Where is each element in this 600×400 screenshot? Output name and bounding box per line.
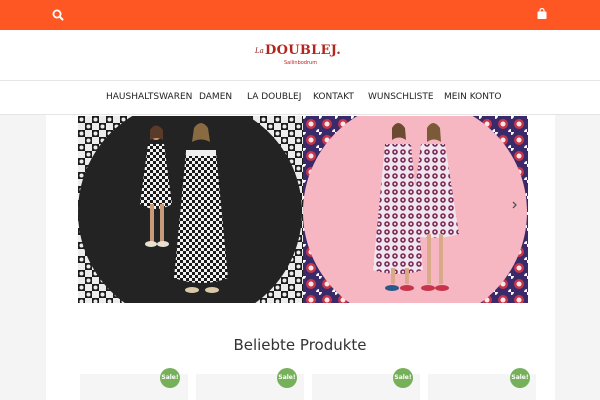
sale-badge: Sale! [277,368,297,388]
sale-badge: Sale! [510,368,530,388]
logo-brand: DOUBLEJ. [265,43,342,58]
slide-image-right [303,116,528,303]
top-bar [0,0,600,30]
chevron-right-icon[interactable] [510,198,520,212]
logo-prefix: La [255,47,264,55]
nav-item-la-doublej[interactable]: LA DOUBLEJ [247,92,301,102]
nav-item-haushaltswaren[interactable]: HAUSHALTSWAREN [106,92,192,102]
sale-badge: Sale! [393,368,413,388]
section-title: Beliebte Produkte [233,336,367,354]
logo-subtitle: Sailinbodrum [284,60,318,66]
site-header: La DOUBLEJ. Sailinbodrum [0,30,600,81]
slide-image-left [78,116,303,303]
hero-slider[interactable] [78,116,528,303]
site-logo[interactable]: La DOUBLEJ. Sailinbodrum [253,41,349,71]
nav-item-damen[interactable]: DAMEN [199,92,232,102]
nav-item-kontakt[interactable]: KONTAKT [313,92,354,102]
nav-item-wunschliste[interactable]: WUNSCHLISTE [368,92,434,102]
sale-badge: Sale! [160,368,180,388]
main-nav: HAUSHALTSWAREN DAMEN LA DOUBLEJ KONTAKT … [0,81,600,115]
nav-item-mein-konto[interactable]: MEIN KONTO [444,92,502,102]
search-icon[interactable] [51,8,65,22]
shopping-bag-icon[interactable] [536,7,548,21]
